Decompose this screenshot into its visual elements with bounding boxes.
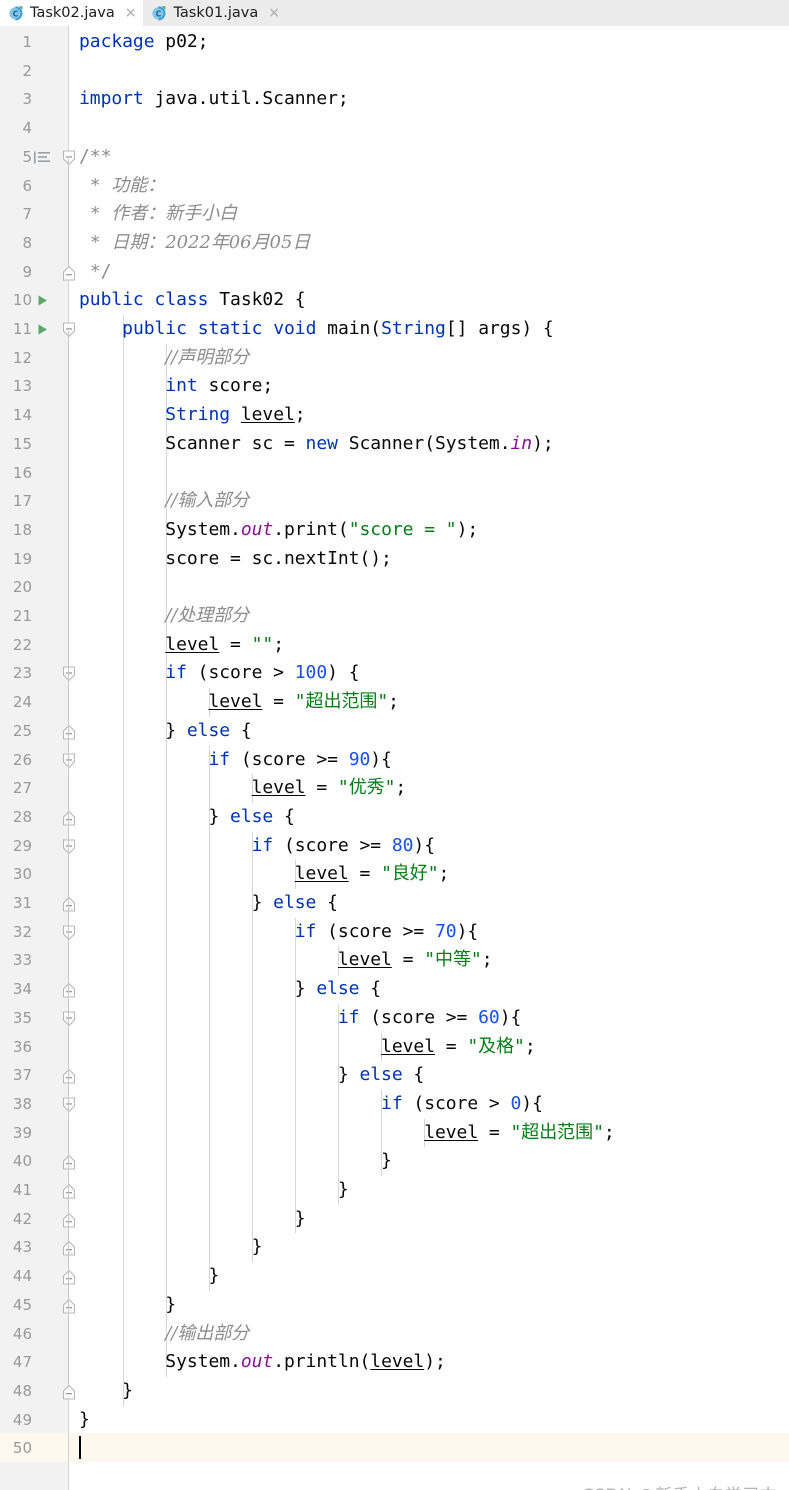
code-line[interactable]: score = sc.nextInt(); — [79, 545, 392, 574]
tab-task01-java[interactable]: C Task01.java × — [143, 0, 286, 26]
code-line[interactable]: System.out.print("score = "); — [79, 516, 478, 545]
code-line[interactable]: } — [79, 1176, 349, 1205]
code-line[interactable]: } — [79, 1262, 219, 1291]
code-line[interactable]: if (score >= 80){ — [79, 832, 435, 861]
code-line[interactable]: public class Task02 { — [79, 286, 306, 315]
code-line[interactable]: //处理部分 — [79, 602, 249, 631]
code-line[interactable]: package p02; — [79, 28, 209, 57]
code-line[interactable]: int score; — [79, 372, 273, 401]
java-class-icon: C — [151, 5, 167, 21]
code-line[interactable]: } — [79, 1233, 263, 1262]
close-icon[interactable]: × — [125, 6, 137, 20]
code-line[interactable]: * 作者：新手小白 — [79, 200, 237, 229]
code-line[interactable]: level = ""; — [79, 631, 284, 660]
code-line[interactable]: } — [79, 1377, 133, 1406]
code-line[interactable]: //声明部分 — [79, 344, 249, 373]
code-line[interactable]: if (score > 0){ — [79, 1090, 543, 1119]
code-editor[interactable]: 1 2 3 4 5 6 7 8 9 10 11 12 13 14 15 16 17 18 19 20 21 22 23 24 2… — [0, 26, 789, 1490]
code-line[interactable]: level = "中等"; — [79, 946, 493, 975]
code-line[interactable]: } — [79, 1291, 176, 1320]
code-line[interactable]: * 功能： — [79, 172, 165, 201]
code-line[interactable]: if (score >= 90){ — [79, 746, 391, 775]
code-line[interactable]: //输入部分 — [79, 487, 249, 516]
code-line[interactable]: //输出部分 — [79, 1320, 249, 1349]
code-line[interactable]: if (score >= 70){ — [79, 918, 478, 947]
code-line[interactable]: level = "超出范围"; — [79, 1119, 615, 1148]
editor-tab-bar: C Task02.java × C Task01.java × — [0, 0, 789, 27]
code-line[interactable]: Scanner sc = new Scanner(System.in); — [79, 430, 553, 459]
code-line[interactable]: } else { — [79, 1061, 424, 1090]
tab-task02-java[interactable]: C Task02.java × — [0, 0, 144, 26]
java-class-icon: C — [8, 5, 24, 21]
csdn-watermark: CSDN @新手小白学习中 — [582, 1481, 777, 1490]
code-line[interactable]: import java.util.Scanner; — [79, 85, 349, 114]
code-line[interactable]: * 日期：2022年06月05日 — [79, 229, 311, 258]
close-icon[interactable]: × — [268, 6, 280, 20]
code-line[interactable]: level = "超出范围"; — [79, 688, 399, 717]
code-content[interactable]: package p02; import java.util.Scanner; /**… — [0, 26, 789, 1490]
code-line[interactable]: level = "优秀"; — [79, 774, 407, 803]
code-line[interactable]: level = "及格"; — [79, 1033, 536, 1062]
code-line[interactable]: } — [79, 1406, 90, 1435]
code-line[interactable]: */ — [79, 258, 112, 287]
code-line[interactable]: /** — [79, 143, 111, 172]
svg-text:C: C — [13, 9, 19, 18]
code-line[interactable]: } else { — [79, 803, 294, 832]
tab-label: Task02.java — [30, 5, 115, 21]
code-line[interactable]: if (score > 100) { — [79, 659, 359, 688]
tab-label: Task01.java — [173, 5, 259, 21]
code-line[interactable]: System.out.println(level); — [79, 1348, 446, 1377]
code-line[interactable]: public static void main(String[] args) { — [79, 315, 554, 344]
code-line[interactable]: } else { — [79, 975, 381, 1004]
code-line[interactable]: } — [79, 1147, 392, 1176]
code-line[interactable]: } — [79, 1205, 306, 1234]
svg-text:C: C — [156, 9, 162, 18]
code-line[interactable]: } else { — [79, 717, 251, 746]
code-line[interactable]: if (score >= 60){ — [79, 1004, 521, 1033]
code-line[interactable]: String level; — [79, 401, 305, 430]
code-line[interactable]: level = "良好"; — [79, 860, 450, 889]
code-line[interactable]: } else { — [79, 889, 338, 918]
